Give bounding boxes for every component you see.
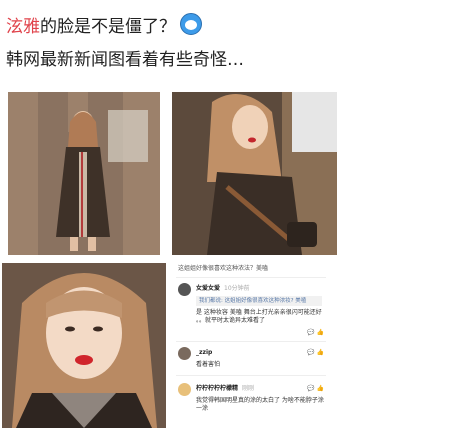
avatar[interactable] — [178, 347, 191, 360]
post-question: 的脸是不是僵了？ — [40, 17, 176, 37]
photo-closeup[interactable] — [2, 263, 166, 428]
comment-text: 我觉得韩国明星真的涂的太白了 为啥不能脖子涂一涂 — [196, 397, 324, 412]
comment-actions[interactable]: 💬 👍 — [307, 385, 324, 393]
comment-header-text: 这姐姐好像很喜欢这种浓法？美嗑 — [178, 265, 269, 272]
celebrity-name[interactable]: 泫雅 — [6, 17, 40, 37]
quoted-comment: 我们都说: 这姐姐好像很喜欢这种浓妆? 美嗑 — [196, 296, 322, 306]
doraemon-emoji-icon — [180, 13, 202, 35]
photo-side-pose[interactable] — [172, 92, 337, 255]
comment-username[interactable]: _zzip — [196, 349, 212, 357]
divider — [176, 341, 326, 342]
comment-username[interactable]: 女爱女爱 10分钟前 — [196, 285, 250, 293]
divider — [176, 375, 326, 376]
avatar[interactable] — [178, 383, 191, 396]
post-title: 泫雅的脸是不是僵了？ — [6, 13, 202, 38]
comment-actions[interactable]: 💬 👍 — [307, 329, 324, 337]
post-subtitle: 韩网最新新闻图看着有些奇怪… — [6, 50, 244, 70]
comment-text: 是 这种妆容 美嗑 舞台上打光亲亲很闪可能还好 。。就平时太诡异太难看了 — [196, 309, 322, 324]
avatar[interactable] — [178, 283, 191, 296]
divider — [176, 277, 326, 278]
comment-actions[interactable]: 💬 👍 — [307, 349, 324, 357]
comment-username[interactable]: 柠柠柠柠柠檬精 刚刚 — [196, 385, 254, 393]
comments-screenshot: 这姐姐好像很喜欢这种浓法？美嗑 女爱女爱 10分钟前 我们都说: 这姐姐好像很喜欢… — [172, 263, 330, 428]
comment-text: 看着害怕 — [196, 361, 221, 368]
photo-full-body[interactable] — [8, 92, 160, 255]
